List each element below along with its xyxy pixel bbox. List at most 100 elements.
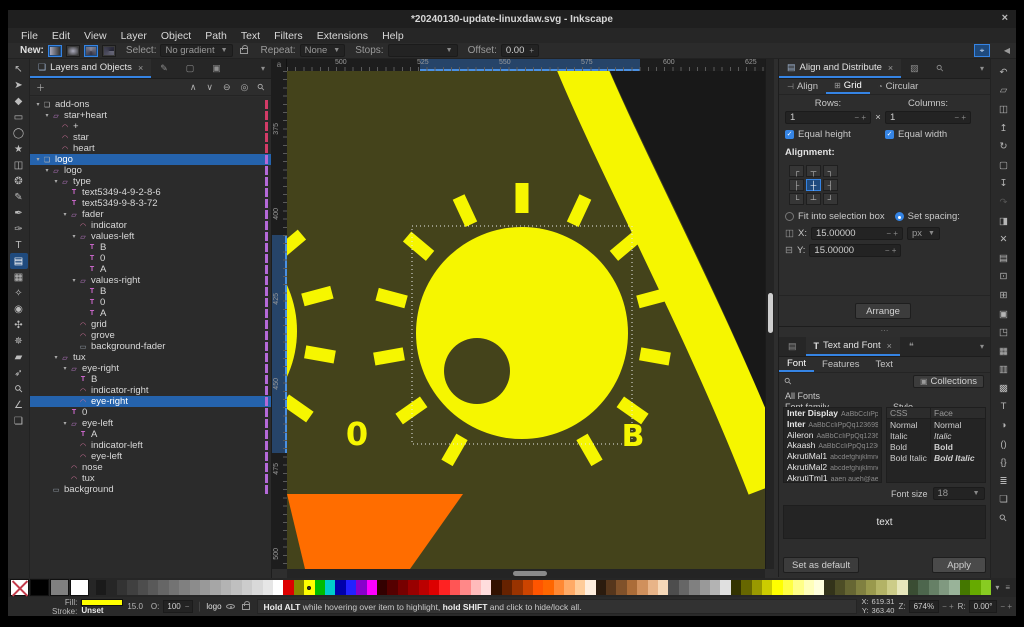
tree-item-0[interactable]: T0 [30,297,271,308]
titlebar[interactable]: *20240130-update-linuxdaw.svg - Inkscape… [8,10,1016,28]
tree-item-heart[interactable]: ◠heart [30,143,271,154]
palette-swatch[interactable] [439,580,449,595]
text-tool[interactable]: T [10,237,28,253]
palette-swatch[interactable] [554,580,564,595]
menu-file[interactable]: File [14,30,45,42]
ellipse-tool[interactable]: ◯ [10,125,28,141]
equal-width-checkbox[interactable]: ✓Equal width [885,129,947,140]
tree-item-logo[interactable]: ▾▱logo [30,165,271,176]
tree-item-0[interactable]: T0 [30,253,271,264]
expander-icon[interactable]: ▾ [70,233,78,240]
tree-item-B[interactable]: TB [30,286,271,297]
objects-dialog-icon[interactable]: ▣ [203,63,230,74]
palette-swatch[interactable] [429,580,439,595]
expander-icon[interactable]: ▾ [70,277,78,284]
horizontal-scrollbar[interactable] [287,569,765,578]
palette-swatch[interactable] [606,580,616,595]
swatch-none[interactable] [10,579,29,596]
subtab-grid[interactable]: ⊞Grid [826,79,870,94]
palette-swatch[interactable] [491,580,501,595]
palette-swatch[interactable] [824,580,834,595]
palette-swatch[interactable] [315,580,325,595]
palette-swatch[interactable] [471,580,481,595]
close-tab-icon[interactable]: × [887,341,892,351]
align-grid-cell-8[interactable]: ┘ [823,193,838,205]
palette-swatch[interactable] [752,580,762,595]
palette-swatch[interactable] [408,580,418,595]
undo-icon[interactable]: ↶ [1000,63,1008,82]
layer-visibility-icon[interactable] [226,604,235,609]
zoom-spinbox[interactable]: 674% [909,600,939,613]
close-tab-icon[interactable]: × [888,63,893,73]
palette-swatch[interactable] [741,580,751,595]
font-list-item[interactable]: InterAaBbCcIiPpQq12369$€4?. [784,419,881,430]
current-layer-name[interactable]: logo [206,602,221,611]
layer-lock-icon[interactable] [242,604,250,610]
palette-swatch[interactable] [762,580,772,595]
tree-item-text5349-4-9-2-8-6[interactable]: Ttext5349-4-9-2-8-6 [30,187,271,198]
zoom-page-icon[interactable]: ▣ [999,305,1008,324]
palette-swatch[interactable] [700,580,710,595]
new-document-icon[interactable]: ▢ [999,156,1008,175]
palette-swatch[interactable] [929,580,939,595]
palette-swatch[interactable] [210,580,220,595]
xml-editor-icon[interactable]: {} [1000,453,1006,472]
pen-tool[interactable]: ✒ [10,205,28,221]
y-spacing-spinbox[interactable]: 15.00000− + [809,244,901,257]
radial-gradient-button[interactable] [66,45,80,57]
tree-item-eye-left[interactable]: ▾▱eye-left [30,418,271,429]
expander-icon[interactable]: ▾ [43,167,51,174]
symbols-icon[interactable]: ◑ [1001,416,1007,435]
palette-swatch[interactable] [981,580,991,595]
palette-swatch[interactable] [710,580,720,595]
tree-item-background-fader[interactable]: ▭background-fader [30,341,271,352]
copy-icon[interactable]: ◨ [999,212,1008,231]
palette-swatch[interactable] [939,580,949,595]
tree-item-type[interactable]: ▾▱type [30,176,271,187]
palette-swatch[interactable] [231,580,241,595]
tree-item-add-ons[interactable]: ▾❏add-ons [30,99,271,110]
palette-swatch[interactable] [596,580,606,595]
palette-swatch[interactable] [585,580,595,595]
tree-item-logo[interactable]: ▾❏logo [30,154,271,165]
remove-object-icon[interactable]: ⊖ [223,82,231,93]
palette-swatch[interactable] [96,580,106,595]
palette-swatch[interactable] [949,580,959,595]
palette-swatch[interactable] [127,580,137,595]
tree-item-tux[interactable]: ◠tux [30,473,271,484]
tree-item-eye-right[interactable]: ▾▱eye-right [30,363,271,374]
palette-swatch[interactable] [117,580,127,595]
palette-swatch[interactable] [148,580,158,595]
palette-swatch[interactable] [575,580,585,595]
tree-item-star[interactable]: ◠star [30,132,271,143]
gradient-select-dropdown[interactable]: No gradient▼ [160,44,232,57]
palette-swatch[interactable] [887,580,897,595]
tree-item-eye-left[interactable]: ◠eye-left [30,451,271,462]
palette-swatch[interactable] [367,580,377,595]
palette-swatch[interactable] [679,580,689,595]
eraser-tool[interactable]: ▰ [10,349,28,365]
box3d-tool[interactable]: ◫ [10,157,28,173]
swatches-dialog-icon[interactable]: ▢ [177,63,204,74]
selector-tool[interactable]: ↖ [10,61,28,77]
stops-dropdown[interactable]: ▼ [388,44,458,57]
open-icon[interactable]: ▱ [1000,82,1007,101]
spiral-tool[interactable]: ❂ [10,173,28,189]
align-grid-cell-6[interactable]: └ [789,193,804,205]
pattern-icon[interactable]: ▩ [999,379,1008,398]
delete-icon[interactable]: ✕ [1000,230,1008,249]
tree-item-text5349-9-8-3-72[interactable]: Ttext5349-9-8-3-72 [30,198,271,209]
font-list-item[interactable]: Inter DisplayAaBbCcIiPpQq'236 [784,408,881,419]
apply-button[interactable]: Apply [932,557,986,573]
palette-swatch[interactable] [460,580,470,595]
tree-item-A[interactable]: TA [30,264,271,275]
shape-builder-tool[interactable]: ◆ [10,93,28,109]
spray-tool[interactable]: ✵ [10,333,28,349]
font-list-item[interactable]: AkaashAaBbCcIiPpQq12369$€€?.; [784,440,881,451]
tree-item-grid[interactable]: ◠grid [30,319,271,330]
palette-swatch[interactable] [356,580,366,595]
tree-item-indicator-right[interactable]: ◠indicator-right [30,385,271,396]
palette-swatch[interactable] [648,580,658,595]
tree-item-eye-right[interactable]: ◠eye-right [30,396,271,407]
tree-item-values-left[interactable]: ▾▱values-left [30,231,271,242]
